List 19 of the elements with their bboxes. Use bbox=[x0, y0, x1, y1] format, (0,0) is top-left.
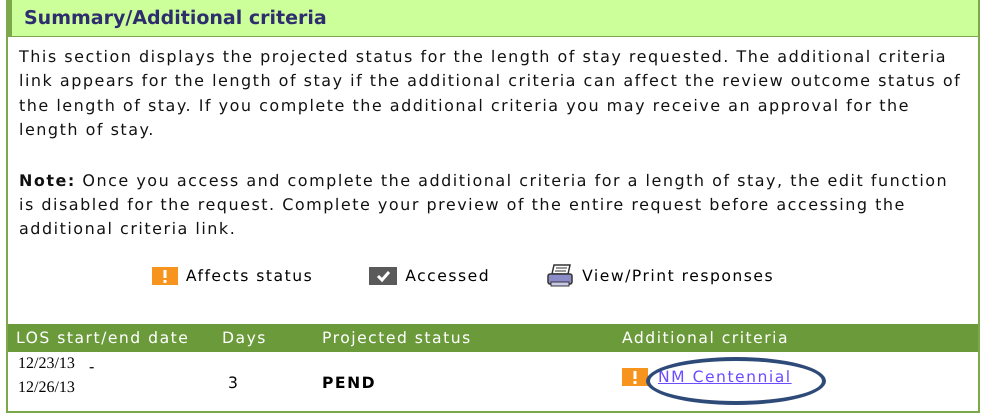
start-date: 12/23/13 bbox=[18, 354, 75, 374]
column-header: LOS start/end date bbox=[16, 328, 190, 347]
description-text: This section displays the projected status for the length of stay requested. The additional criteria link appears for the length of stay if the additional criteria can affect the review outcome status of the length of stay. If you complete the additional criteria you may receive an approval for the length of stay. bbox=[18, 46, 962, 142]
legend-label: Accessed bbox=[405, 266, 490, 285]
warning-icon bbox=[152, 266, 178, 285]
status-cell: PEND bbox=[322, 374, 376, 392]
criteria-link[interactable]: NM Centennial bbox=[658, 368, 792, 386]
column-header: Projected status bbox=[322, 328, 472, 347]
legend-label: Affects status bbox=[186, 266, 314, 285]
days-cell: 3 bbox=[228, 374, 240, 392]
legend-label: View/Print responses bbox=[582, 266, 774, 285]
section-title: Summary/Additional criteria bbox=[24, 7, 327, 29]
checkmark-icon bbox=[369, 266, 398, 285]
date-separator: - bbox=[88, 358, 96, 378]
end-date: 12/26/13 bbox=[18, 378, 75, 398]
column-header: Days bbox=[222, 328, 267, 347]
printer-icon bbox=[546, 264, 574, 288]
column-header: Additional criteria bbox=[622, 328, 790, 347]
note-text: Note: Once you access and complete the additional criteria for a length of stay, the edit function is disabled for the request. Complete your preview of the entire request before accessing the additional criteria link. bbox=[18, 170, 950, 240]
